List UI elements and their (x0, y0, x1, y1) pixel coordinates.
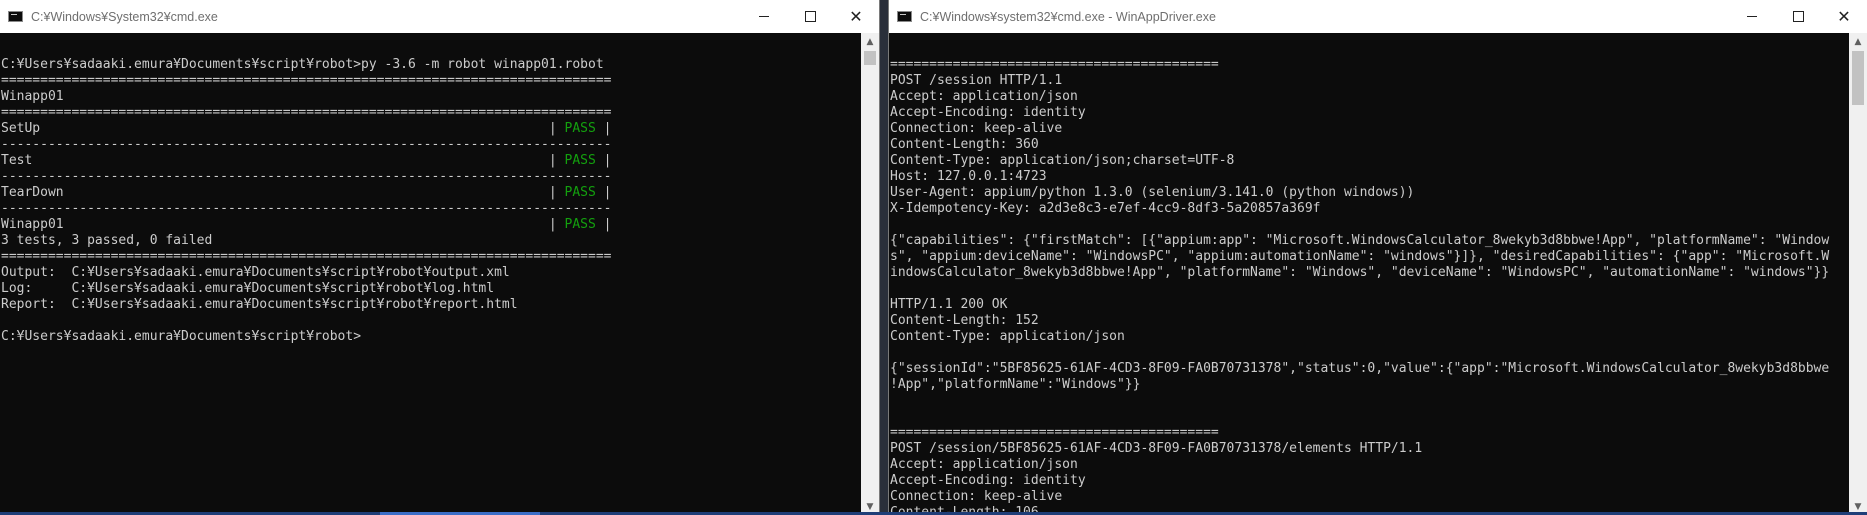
console-line: ----------------------------------------… (1, 201, 861, 217)
console-line-text: TearDown | (1, 185, 565, 200)
console-line: Content-Length: 152 (890, 313, 1039, 328)
console-line: Connection: keep-alive (890, 489, 1063, 504)
console-line: Test | PASS | (1, 153, 861, 169)
console-line-text: SetUp | (1, 121, 565, 136)
console-line-text: C:¥Users¥sadaaki.emura¥Documents¥script¥… (1, 329, 362, 344)
status-pass: PASS (564, 121, 596, 136)
minimize-button[interactable] (1729, 0, 1775, 33)
console-line: Winapp01 | PASS | (1, 217, 861, 233)
console-line: ========================================… (1, 249, 861, 265)
console-line-text: Output: C:¥Users¥sadaaki.emura¥Documents… (1, 265, 510, 280)
console-line-text: Test | (1, 153, 565, 168)
console-line: 3 tests, 3 passed, 0 failed (1, 233, 861, 249)
console-line: ========================================… (1, 73, 861, 89)
console-line-text: Winapp01 | (1, 217, 565, 232)
maximize-button[interactable] (1775, 0, 1821, 33)
console-line-text: ----------------------------------------… (1, 201, 612, 216)
console-line: Content-Type: application/json;charset=U… (890, 153, 1235, 168)
window-controls: ✕ (1729, 0, 1867, 33)
console-line: X-Idempotency-Key: a2d3e8c3-e7ef-4cc9-8d… (890, 201, 1321, 216)
console-line: Content-Type: application/json (890, 329, 1125, 344)
desktop-gap (880, 0, 888, 515)
console-output[interactable]: ========================================… (889, 33, 1849, 515)
window-title: C:¥Windows¥System32¥cmd.exe (31, 9, 218, 24)
console-line: C:¥Users¥sadaaki.emura¥Documents¥script¥… (1, 329, 861, 345)
console-line: Accept: application/json (890, 89, 1078, 104)
console-line: User-Agent: appium/python 1.3.0 (seleniu… (890, 185, 1415, 200)
scrollbar-thumb[interactable] (864, 51, 876, 65)
console-output[interactable]: C:¥Users¥sadaaki.emura¥Documents¥script¥… (0, 33, 861, 515)
console-line: C:¥Users¥sadaaki.emura¥Documents¥script¥… (1, 57, 861, 73)
close-button[interactable]: ✕ (833, 0, 879, 33)
console-line: HTTP/1.1 200 OK (890, 297, 1008, 312)
cmd-window-robot[interactable]: C:¥Windows¥System32¥cmd.exe ✕ C:¥Users¥s… (0, 0, 880, 515)
console-line-tail: | (595, 153, 612, 168)
console-line: Output: C:¥Users¥sadaaki.emura¥Documents… (1, 265, 861, 281)
console-line-text: ========================================… (1, 105, 612, 120)
console-line: !App","platformName":"Windows"}} (890, 377, 1141, 392)
console-line-text: ----------------------------------------… (1, 137, 612, 152)
console-line-text: 3 tests, 3 passed, 0 failed (1, 233, 213, 248)
console-line-tail: | (595, 217, 612, 232)
console-line: Accept-Encoding: identity (890, 105, 1086, 120)
close-button[interactable]: ✕ (1821, 0, 1867, 33)
scroll-up-arrow-icon[interactable]: ▲ (861, 33, 879, 50)
console-line: ========================================… (890, 57, 1219, 72)
console-line: Connection: keep-alive (890, 121, 1063, 136)
console-line: {"capabilities": {"firstMatch": [{"appiu… (890, 233, 1830, 248)
console-line: SetUp | PASS | (1, 121, 861, 137)
console-line: Accept-Encoding: identity (890, 473, 1086, 488)
console-line: Report: C:¥Users¥sadaaki.emura¥Documents… (1, 297, 861, 313)
scroll-up-arrow-icon[interactable]: ▲ (1849, 33, 1867, 50)
console-line: TearDown | PASS | (1, 185, 861, 201)
console-line-text: ----------------------------------------… (1, 169, 612, 184)
console-line: Log: C:¥Users¥sadaaki.emura¥Documents¥sc… (1, 281, 861, 297)
console-line-text: Report: C:¥Users¥sadaaki.emura¥Documents… (1, 297, 518, 312)
status-pass: PASS (564, 153, 596, 168)
console-line: ----------------------------------------… (1, 137, 861, 153)
window-title: C:¥Windows¥system32¥cmd.exe - WinAppDriv… (920, 9, 1216, 24)
console-line: s", "appium:deviceName": "WindowsPC", "a… (890, 249, 1830, 264)
cmd-window-winappdriver[interactable]: C:¥Windows¥system32¥cmd.exe - WinAppDriv… (888, 0, 1867, 515)
console-line: ========================================… (890, 425, 1219, 440)
cmd-app-icon (897, 11, 912, 22)
cmd-app-icon (8, 11, 23, 22)
console-line: {"sessionId":"5BF85625-61AF-4CD3-8F09-FA… (890, 361, 1830, 376)
console-line: ========================================… (1, 105, 861, 121)
vertical-scrollbar[interactable]: ▲ ▼ (861, 33, 879, 515)
vertical-scrollbar[interactable]: ▲ ▼ (1849, 33, 1867, 515)
status-pass: PASS (564, 217, 596, 232)
console-line-text: Winapp01 (1, 89, 64, 104)
console-line: Host: 127.0.0.1:4723 (890, 169, 1047, 184)
maximize-button[interactable] (787, 0, 833, 33)
console-line-text: ========================================… (1, 73, 612, 88)
console-line: Content-Length: 360 (890, 137, 1039, 152)
console-line: POST /session/5BF85625-61AF-4CD3-8F09-FA… (890, 441, 1423, 456)
window-controls: ✕ (741, 0, 879, 33)
console-line-text: ========================================… (1, 249, 612, 264)
titlebar[interactable]: C:¥Windows¥System32¥cmd.exe ✕ (0, 0, 879, 33)
scrollbar-thumb[interactable] (1852, 51, 1864, 105)
console-line: indowsCalculator_8wekyb3d8bbwe!App", "pl… (890, 265, 1830, 280)
titlebar[interactable]: C:¥Windows¥system32¥cmd.exe - WinAppDriv… (889, 0, 1867, 33)
minimize-button[interactable] (741, 0, 787, 33)
console-line-tail: | (595, 185, 612, 200)
status-pass: PASS (564, 185, 596, 200)
console-line-tail: | (595, 121, 612, 136)
console-line: Winapp01 (1, 89, 861, 105)
console-line: Accept: application/json (890, 457, 1078, 472)
console-line-text: C:¥Users¥sadaaki.emura¥Documents¥script¥… (1, 57, 604, 72)
console-line: ----------------------------------------… (1, 169, 861, 185)
console-line-text: Log: C:¥Users¥sadaaki.emura¥Documents¥sc… (1, 281, 495, 296)
console-line: POST /session HTTP/1.1 (890, 73, 1063, 88)
